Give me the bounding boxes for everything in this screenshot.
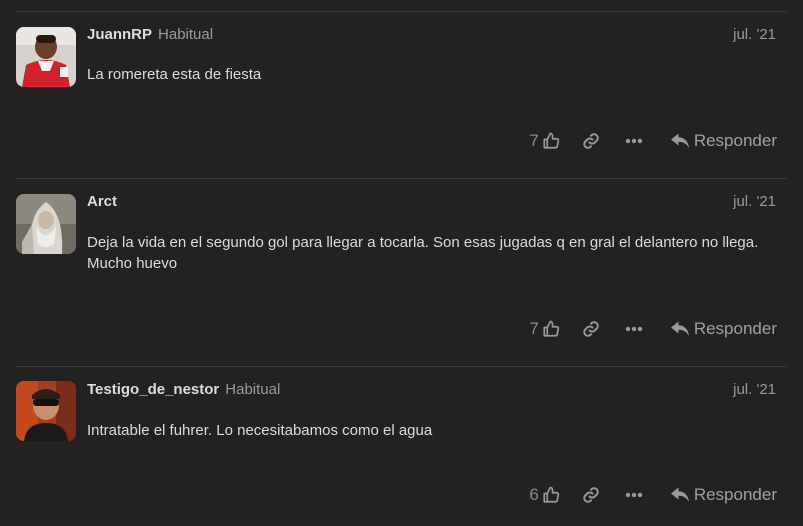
- post-divider: [16, 178, 787, 179]
- reply-label: Responder: [693, 131, 777, 150]
- post-date[interactable]: jul. '21: [733, 26, 776, 43]
- like-button[interactable]: 7: [529, 131, 560, 151]
- ellipsis-icon: [625, 326, 643, 332]
- post-actions: 7 Responder: [529, 128, 777, 154]
- more-options-button[interactable]: [624, 131, 644, 151]
- username-text[interactable]: Arct: [87, 193, 117, 210]
- avatar[interactable]: [16, 27, 76, 87]
- post-actions: 6 Responder: [529, 482, 777, 508]
- more-options-button[interactable]: [624, 485, 644, 505]
- more-options-button[interactable]: [624, 319, 644, 339]
- avatar[interactable]: [16, 381, 76, 441]
- post-date[interactable]: jul. '21: [733, 193, 776, 210]
- reply-arrow-icon: [670, 321, 689, 336]
- like-button[interactable]: 7: [529, 319, 560, 339]
- reply-button[interactable]: Responder: [670, 319, 777, 339]
- post-body: Deja la vida en el segundo gol para lleg…: [87, 232, 777, 274]
- post-divider: [16, 11, 787, 12]
- avatar-image: [16, 381, 76, 441]
- username-text[interactable]: JuannRP: [87, 26, 152, 43]
- avatar-image: [16, 27, 76, 87]
- username[interactable]: Testigo_de_nestor Habitual: [87, 381, 280, 398]
- ellipsis-icon: [625, 492, 643, 498]
- reply-arrow-icon: [670, 133, 689, 148]
- post-divider: [16, 366, 787, 367]
- post-text-line: Intratable el fuhrer. Lo necesitabamos c…: [87, 422, 433, 439]
- avatar-image: [16, 194, 76, 254]
- copy-link-button[interactable]: [581, 131, 601, 151]
- like-count: 7: [529, 319, 539, 338]
- thumbs-up-icon: [541, 131, 561, 151]
- like-button[interactable]: 6: [529, 485, 560, 505]
- post-body: La romereta esta de fiesta: [87, 64, 777, 85]
- post-text-line: La romereta esta de fiesta: [87, 66, 262, 83]
- user-title: Habitual: [158, 26, 214, 43]
- reply-button[interactable]: Responder: [670, 485, 777, 505]
- reply-label: Responder: [693, 485, 777, 504]
- thumbs-up-icon: [541, 319, 561, 339]
- username-text[interactable]: Testigo_de_nestor: [87, 381, 219, 398]
- copy-link-button[interactable]: [581, 319, 601, 339]
- topic-thread: JuannRP Habitual jul. '21 La romereta est…: [0, 0, 803, 526]
- post-text-line: Deja la vida en el segundo gol para lleg…: [87, 234, 759, 251]
- username[interactable]: Arct: [87, 193, 123, 210]
- post-actions: 7 Responder: [529, 316, 777, 342]
- user-title: Habitual: [225, 381, 281, 398]
- avatar[interactable]: [16, 194, 76, 254]
- reply-button[interactable]: Responder: [670, 131, 777, 151]
- copy-link-button[interactable]: [581, 485, 601, 505]
- post-body: Intratable el fuhrer. Lo necesitabamos c…: [87, 420, 777, 441]
- like-count: 7: [529, 131, 539, 150]
- thumbs-up-icon: [541, 485, 561, 505]
- username[interactable]: JuannRP Habitual: [87, 26, 213, 43]
- post-date[interactable]: jul. '21: [733, 381, 776, 398]
- link-icon: [583, 321, 599, 337]
- ellipsis-icon: [625, 138, 643, 144]
- post-text-line: Mucho huevo: [87, 255, 178, 272]
- reply-arrow-icon: [670, 487, 689, 502]
- link-icon: [583, 133, 599, 149]
- like-count: 6: [529, 485, 539, 504]
- link-icon: [583, 487, 599, 503]
- reply-label: Responder: [693, 319, 777, 338]
